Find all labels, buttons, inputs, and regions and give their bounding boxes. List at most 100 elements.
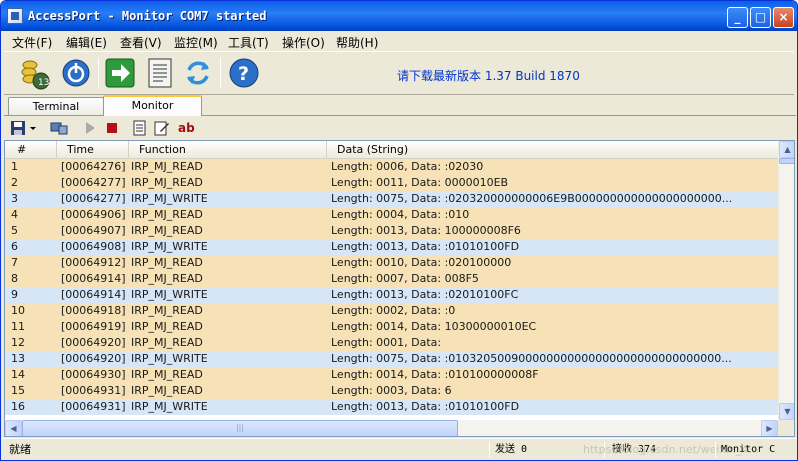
table-row[interactable]: 16 [00064931] IRP_MJ_WRITE Length: 0013, Da… (5, 399, 778, 415)
row-data: Length: 0006, Data: :02030 (331, 160, 484, 173)
scroll-right-button[interactable]: ▶ (761, 420, 778, 436)
table-row[interactable]: 5 [00064907] IRP_MJ_READ Length: 0013, Data… (5, 223, 778, 239)
menu-view[interactable]: 查看(V) (120, 34, 162, 51)
row-function: IRP_MJ_READ (131, 256, 203, 269)
monitor-list: # Time Function Data (String) 1 [00064276… (4, 140, 795, 437)
start-icon[interactable] (82, 120, 98, 136)
row-function: IRP_MJ_WRITE (131, 400, 208, 413)
menu-bar: 文件(F) 编辑(E) 查看(V) 监控(M) 工具(T) 操作(O) 帮助(H… (4, 31, 794, 51)
notepad-icon[interactable] (144, 57, 176, 89)
row-index: 8 (11, 272, 18, 285)
table-row[interactable]: 1 [00064276] IRP_MJ_READ Length: 0006, Data… (5, 159, 778, 175)
scroll-down-button[interactable]: ▼ (779, 403, 794, 420)
col-time[interactable]: Time (57, 141, 129, 159)
table-row[interactable]: 13 [00064920] IRP_MJ_WRITE Length: 0075, Da… (5, 351, 778, 367)
vertical-scroll-thumb[interactable] (779, 158, 794, 164)
go-icon[interactable] (104, 57, 136, 89)
row-data: Length: 0003, Data: 6 (331, 384, 452, 397)
svg-text:13: 13 (38, 78, 49, 88)
status-bar: 就绪 发送 0 接收 374 https://blog.csdn.net/wei… (1, 438, 797, 460)
status-ready: 就绪 (9, 443, 31, 456)
row-time: [00064920] (61, 336, 126, 349)
refresh-icon[interactable] (182, 57, 214, 89)
row-function: IRP_MJ_WRITE (131, 352, 208, 365)
row-time: [00064931] (61, 384, 126, 397)
ab-toggle-button[interactable]: ab (178, 120, 198, 136)
table-row[interactable]: 3 [00064277] IRP_MJ_WRITE Length: 0075, Dat… (5, 191, 778, 207)
status-mode: Monitor C (721, 444, 776, 455)
title-bar[interactable]: AccessPort - Monitor COM7 started _ □ × (1, 1, 797, 31)
tab-terminal[interactable]: Terminal (8, 97, 104, 116)
col-index[interactable]: # (5, 141, 57, 159)
menu-tools[interactable]: 工具(T) (228, 34, 269, 51)
help-icon[interactable]: ? (228, 57, 260, 89)
row-data: Length: 0014, Data: 10300000010EC (331, 320, 537, 333)
tab-monitor[interactable]: Monitor (103, 95, 202, 116)
maximize-button[interactable]: □ (750, 7, 771, 28)
window-title: AccessPort - Monitor COM7 started (28, 9, 267, 23)
menu-edit[interactable]: 编辑(E) (66, 34, 107, 51)
minimize-button[interactable]: _ (727, 7, 748, 28)
vertical-scrollbar[interactable]: ▲ ▼ (778, 141, 794, 420)
tab-strip: Terminal Monitor (4, 95, 794, 116)
table-row[interactable]: 4 [00064906] IRP_MJ_READ Length: 0004, Data… (5, 207, 778, 223)
table-row[interactable]: 14 [00064930] IRP_MJ_READ Length: 0014, Dat… (5, 367, 778, 383)
row-function: IRP_MJ_WRITE (131, 288, 208, 301)
row-index: 7 (11, 256, 18, 269)
status-sent: 发送 0 (495, 444, 528, 455)
menu-file[interactable]: 文件(F) (12, 34, 52, 51)
save-icon[interactable] (10, 120, 26, 136)
row-time: [00064919] (61, 320, 126, 333)
row-data: Length: 0013, Data: :02010100FC (331, 288, 519, 301)
row-time: [00064912] (61, 256, 126, 269)
row-time: [00064907] (61, 224, 126, 237)
connect-icon[interactable] (50, 120, 68, 136)
close-button[interactable]: × (773, 7, 794, 28)
table-row[interactable]: 7 [00064912] IRP_MJ_READ Length: 0010, Data… (5, 255, 778, 271)
row-function: IRP_MJ_READ (131, 160, 203, 173)
row-function: IRP_MJ_WRITE (131, 192, 208, 205)
stop-icon[interactable] (104, 120, 120, 136)
row-time: [00064914] (61, 272, 126, 285)
clear-icon[interactable] (132, 120, 148, 136)
col-function[interactable]: Function (129, 141, 327, 159)
status-separator (489, 442, 490, 458)
row-time: [00064906] (61, 208, 126, 221)
scroll-up-button[interactable]: ▲ (779, 141, 794, 158)
status-separator (715, 442, 716, 458)
row-function: IRP_MJ_READ (131, 208, 203, 221)
app-icon (7, 8, 23, 24)
row-index: 4 (11, 208, 18, 221)
menu-operate[interactable]: 操作(O) (282, 34, 325, 51)
horizontal-scroll-thumb[interactable]: ||| (22, 420, 458, 436)
row-time: [00064277] (61, 176, 126, 189)
row-data: Length: 0075, Data: :0103205009000000000… (331, 352, 732, 365)
row-function: IRP_MJ_WRITE (131, 240, 208, 253)
scroll-left-button[interactable]: ◀ (5, 420, 22, 436)
download-latest-link[interactable]: 请下载最新版本 1.37 Build 1870 (397, 67, 580, 84)
edit-icon[interactable] (154, 120, 170, 136)
table-row[interactable]: 2 [00064277] IRP_MJ_READ Length: 0011, Data… (5, 175, 778, 191)
row-index: 3 (11, 192, 18, 205)
power-icon[interactable] (60, 57, 92, 89)
table-row[interactable]: 11 [00064919] IRP_MJ_READ Length: 0014, Dat… (5, 319, 778, 335)
menu-help[interactable]: 帮助(H) (336, 34, 378, 51)
menu-monitor[interactable]: 监控(M) (174, 34, 218, 51)
svg-text:?: ? (238, 63, 249, 85)
table-row[interactable]: 15 [00064931] IRP_MJ_READ Length: 0003, Dat… (5, 383, 778, 399)
row-time: [00064920] (61, 352, 126, 365)
table-row[interactable]: 6 [00064908] IRP_MJ_WRITE Length: 0013, Dat… (5, 239, 778, 255)
table-row[interactable]: 12 [00064920] IRP_MJ_READ Length: 0001, Dat… (5, 335, 778, 351)
save-dropdown-icon[interactable] (28, 120, 38, 136)
row-index: 6 (11, 240, 18, 253)
table-row[interactable]: 9 [00064914] IRP_MJ_WRITE Length: 0013, Dat… (5, 287, 778, 303)
app-window: AccessPort - Monitor COM7 started _ □ × … (0, 0, 798, 461)
horizontal-scrollbar[interactable]: ◀ ||| ▶ (5, 420, 778, 436)
row-index: 13 (11, 352, 25, 365)
col-data[interactable]: Data (String) (327, 141, 778, 159)
row-time: [00064908] (61, 240, 126, 253)
table-row[interactable]: 8 [00064914] IRP_MJ_READ Length: 0007, Data… (5, 271, 778, 287)
list-rows: 1 [00064276] IRP_MJ_READ Length: 0006, Data… (5, 159, 778, 415)
coins-icon[interactable]: 13 (18, 57, 50, 90)
table-row[interactable]: 10 [00064918] IRP_MJ_READ Length: 0002, Dat… (5, 303, 778, 319)
